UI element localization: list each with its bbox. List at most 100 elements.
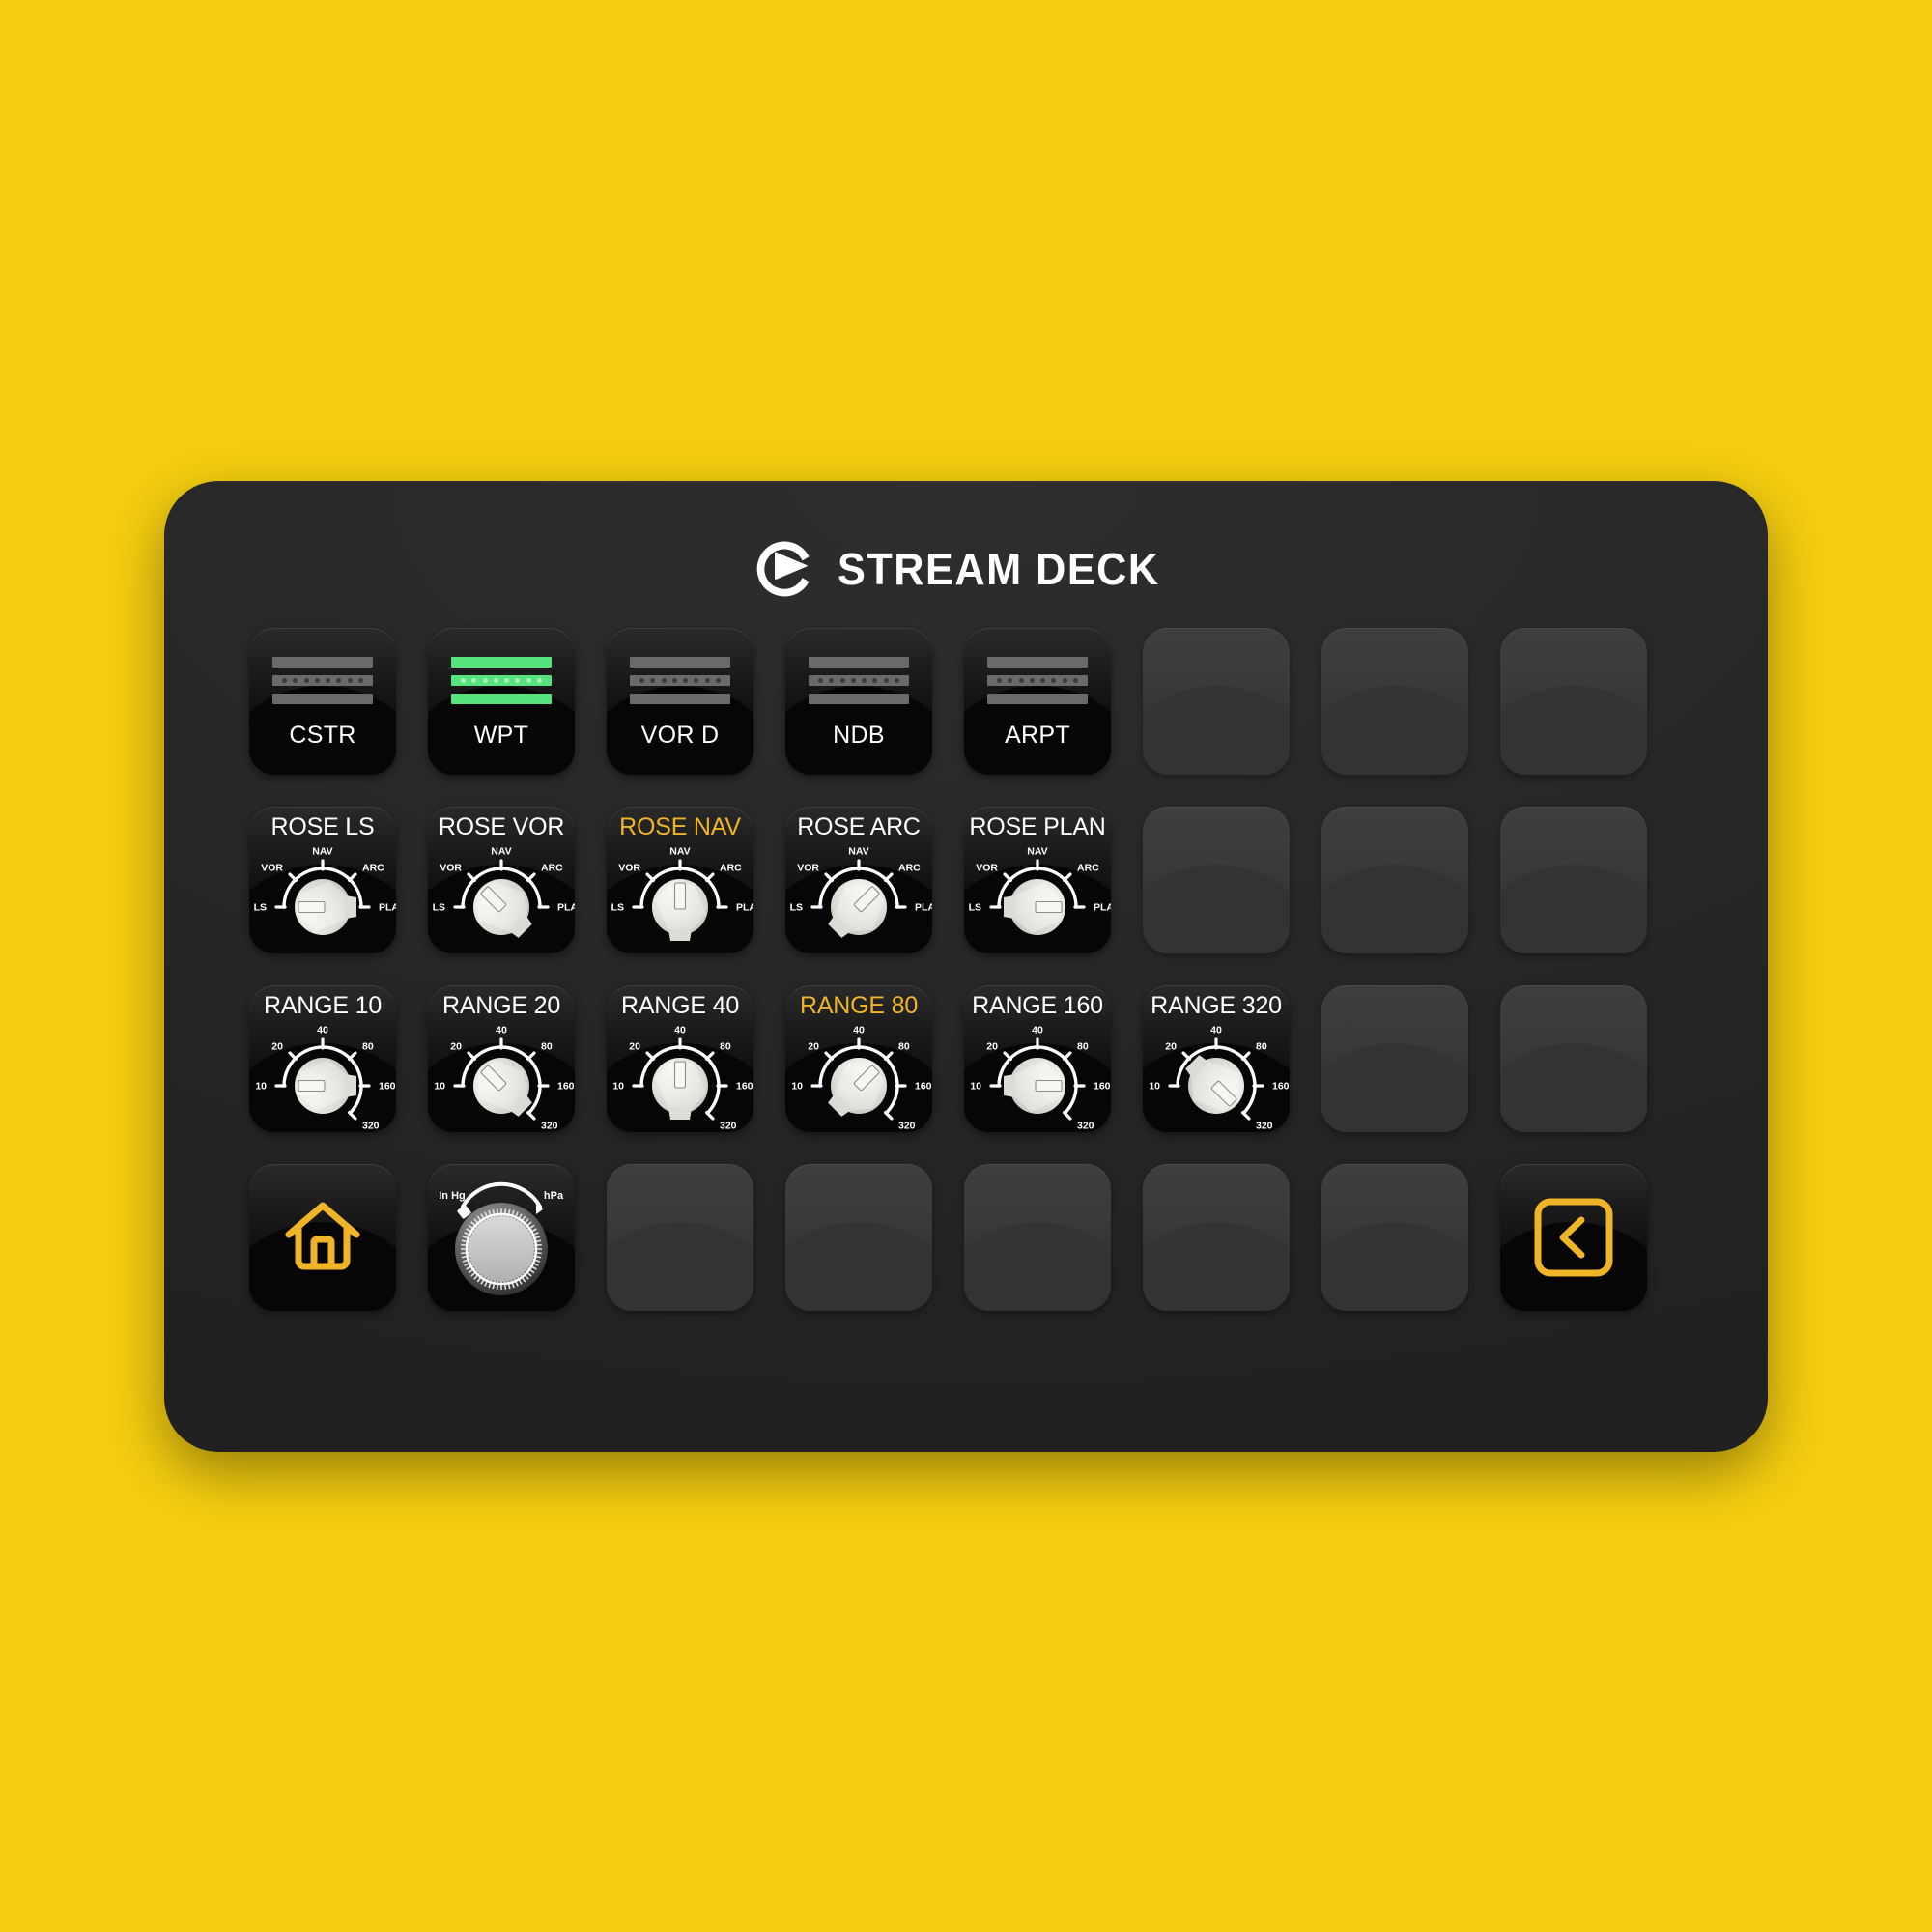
svg-text:10: 10 [434,1080,445,1092]
key-label: ROSE VOR [438,812,565,840]
layer-list-icon [451,656,552,704]
svg-text:NAV: NAV [491,845,511,857]
svg-text:VOR: VOR [440,862,462,873]
key-label: RANGE 10 [263,991,383,1019]
key-empty-3-7[interactable] [1321,984,1468,1132]
key-home[interactable] [249,1163,396,1311]
key-range-160[interactable]: RANGE 160 10 20 40 80 160 320 [964,984,1111,1132]
key-empty-2-8[interactable] [1500,806,1647,953]
home-icon [280,1195,365,1280]
key-range-10[interactable]: RANGE 10 10 20 40 80 160 320 [249,984,396,1132]
svg-text:160: 160 [557,1080,575,1092]
key-range-40[interactable]: RANGE 40 10 20 40 80 160 320 [607,984,753,1132]
svg-text:PLAN: PLAN [379,901,396,913]
key-label: RANGE 320 [1151,991,1282,1019]
svg-text:VOR: VOR [618,862,640,873]
key-label: CSTR [289,721,356,749]
svg-text:PLAN: PLAN [557,901,575,913]
stream-deck-device: STREAM DECK CSTR WPT VOR D NDB ARPT ROSE… [164,480,1768,1452]
svg-text:160: 160 [736,1080,753,1092]
svg-text:PLAN: PLAN [915,901,932,913]
key-arpt[interactable]: ARPT [964,627,1111,775]
key-range-320[interactable]: RANGE 320 10 20 40 80 160 320 [1143,984,1290,1132]
key-label: RANGE 160 [972,991,1103,1019]
key-rose-vor[interactable]: ROSE VOR LS VOR NAV ARC PLAN [428,806,575,953]
svg-text:20: 20 [1165,1040,1177,1052]
svg-text:320: 320 [541,1120,558,1131]
key-rose-plan[interactable]: ROSE PLAN LS VOR NAV ARC PLAN [964,806,1111,953]
svg-text:NAV: NAV [1027,845,1047,857]
svg-text:10: 10 [612,1080,624,1092]
key-back[interactable] [1500,1163,1647,1311]
svg-text:40: 40 [496,1024,507,1036]
svg-text:40: 40 [674,1024,686,1036]
key-empty-2-6[interactable] [1143,806,1290,953]
svg-text:10: 10 [1149,1080,1160,1092]
layer-list-icon [272,656,373,704]
svg-text:80: 80 [1256,1040,1267,1052]
svg-text:ARC: ARC [720,862,742,873]
key-empty-3-8[interactable] [1500,984,1647,1132]
key-ndb[interactable]: NDB [785,627,932,775]
device-header: STREAM DECK [164,531,1768,607]
layer-list-icon [987,656,1088,704]
svg-text:80: 80 [541,1040,553,1052]
key-rose-arc[interactable]: ROSE ARC LS VOR NAV ARC PLAN [785,806,932,953]
key-empty-2-7[interactable] [1321,806,1468,953]
svg-text:VOR: VOR [797,862,819,873]
key-label: VOR D [640,721,720,749]
key-label: ROSE ARC [797,812,921,840]
svg-text:160: 160 [379,1080,396,1092]
svg-text:10: 10 [791,1080,803,1092]
baro-dial-icon[interactable]: In Hg hPa [428,1164,575,1311]
range-dial[interactable]: 10 20 40 80 160 320 [607,1020,753,1132]
svg-text:40: 40 [853,1024,865,1036]
rose-dial[interactable]: LS VOR NAV ARC PLAN [785,841,932,953]
key-empty-4-3[interactable] [607,1163,753,1311]
range-dial[interactable]: 10 20 40 80 160 320 [785,1020,932,1132]
svg-text:80: 80 [898,1040,910,1052]
key-wpt[interactable]: WPT [428,627,575,775]
svg-text:10: 10 [255,1080,267,1092]
key-range-80[interactable]: RANGE 80 10 20 40 80 160 320 [785,984,932,1132]
key-range-20[interactable]: RANGE 20 10 20 40 80 160 320 [428,984,575,1132]
svg-text:320: 320 [1077,1120,1094,1131]
key-empty-1-7[interactable] [1321,627,1468,775]
svg-text:LS: LS [790,901,803,913]
svg-text:160: 160 [1094,1080,1111,1092]
svg-text:20: 20 [986,1040,998,1052]
key-empty-4-4[interactable] [785,1163,932,1311]
svg-text:40: 40 [1210,1024,1222,1036]
key-rose-nav[interactable]: ROSE NAV LS VOR NAV ARC PLAN [607,806,753,953]
svg-text:VOR: VOR [976,862,998,873]
svg-text:hPa: hPa [544,1190,564,1202]
rose-dial[interactable]: LS VOR NAV ARC PLAN [249,841,396,953]
key-empty-4-5[interactable] [964,1163,1111,1311]
range-dial[interactable]: 10 20 40 80 160 320 [964,1020,1111,1132]
key-empty-4-7[interactable] [1321,1163,1468,1311]
key-empty-4-6[interactable] [1143,1163,1290,1311]
range-dial[interactable]: 10 20 40 80 160 320 [428,1020,575,1132]
key-empty-1-6[interactable] [1143,627,1290,775]
range-dial[interactable]: 10 20 40 80 160 320 [1143,1020,1290,1132]
key-rose-ls[interactable]: ROSE LS LS VOR NAV ARC PLAN [249,806,396,953]
svg-text:320: 320 [898,1120,916,1131]
svg-text:320: 320 [362,1120,380,1131]
back-chevron-icon [1533,1197,1614,1278]
key-cstr[interactable]: CSTR [249,627,396,775]
rose-dial[interactable]: LS VOR NAV ARC PLAN [428,841,575,953]
svg-text:80: 80 [720,1040,731,1052]
key-label: RANGE 80 [799,991,919,1019]
range-dial[interactable]: 10 20 40 80 160 320 [249,1020,396,1132]
rose-dial[interactable]: LS VOR NAV ARC PLAN [964,841,1111,953]
key-empty-1-8[interactable] [1500,627,1647,775]
svg-text:ARC: ARC [541,862,563,873]
key-vor-d[interactable]: VOR D [607,627,753,775]
key-baro[interactable]: In Hg hPa [428,1163,575,1311]
svg-text:LS: LS [254,901,267,913]
layer-list-icon [630,656,730,704]
rose-dial[interactable]: LS VOR NAV ARC PLAN [607,841,753,953]
key-label: RANGE 20 [441,991,561,1019]
svg-text:160: 160 [1272,1080,1290,1092]
key-label: WPT [473,721,529,749]
